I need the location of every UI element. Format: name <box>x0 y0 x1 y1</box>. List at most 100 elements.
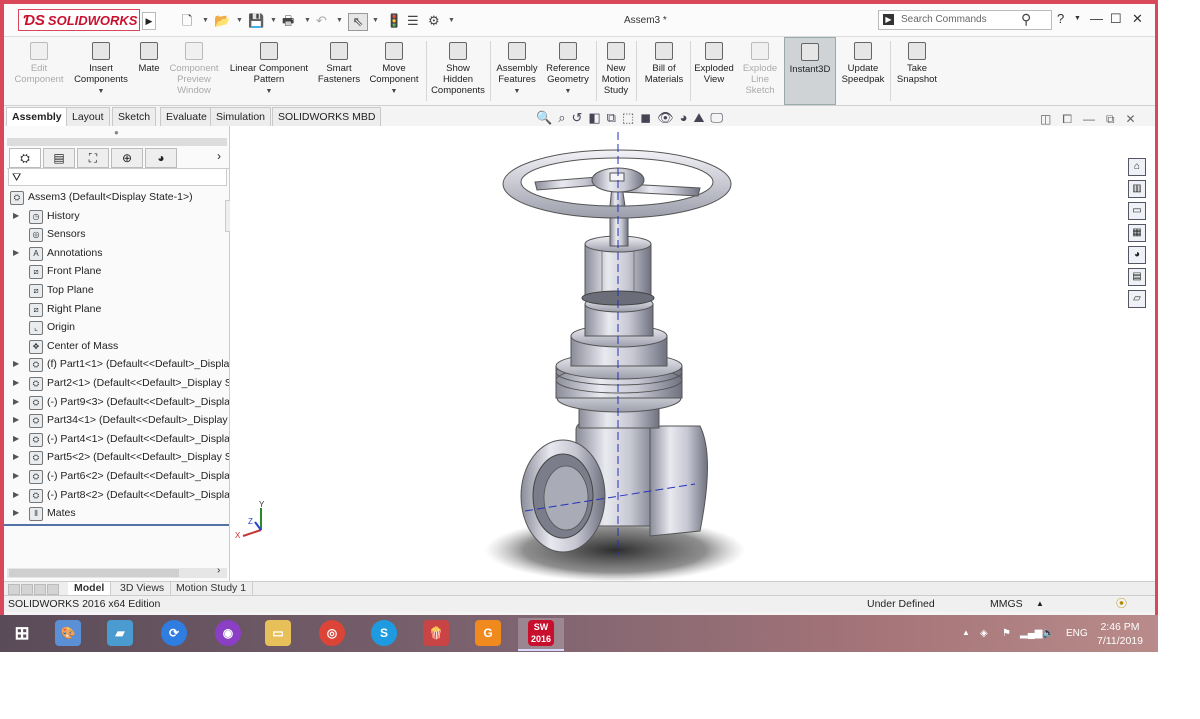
print-dropdown-icon[interactable]: ▼ <box>304 13 311 29</box>
show-hidden-icons-chevron-icon[interactable]: ▲ <box>962 628 970 637</box>
tree-item[interactable]: ⧄ Front Plane <box>4 262 229 280</box>
network-signal-icon[interactable]: ▂▄▆ <box>1020 628 1042 639</box>
tree-root-assembly[interactable]: ⛭ Assem3 (Default<Display State-1>) <box>4 188 229 206</box>
move-component-button[interactable]: Move Component ▼ <box>366 37 422 105</box>
tabs-scroll-right-icon[interactable]: › <box>217 149 221 163</box>
feature-manager-tab-icon[interactable]: ⛭ <box>9 148 41 168</box>
search-commands-box[interactable]: ▶ Search Commands ⚲ <box>878 10 1052 30</box>
dynamic-annotation-icon[interactable]: ⧉ <box>607 110 616 125</box>
instant3d-button[interactable]: Instant3D <box>784 37 836 105</box>
taskbar-popcorn-app[interactable]: 🍿 <box>416 618 456 649</box>
take-snapshot-button[interactable]: Take Snapshot <box>892 37 942 105</box>
panel-horizontal-scrollbar[interactable]: › <box>7 565 227 578</box>
rollback-bar[interactable] <box>4 524 229 526</box>
expand-arrow-icon[interactable]: ▶ <box>13 374 19 392</box>
search-magnifier-icon[interactable]: ⚲ <box>1021 11 1031 28</box>
insert-components-button[interactable]: Insert Components ▼ <box>70 37 132 105</box>
help-dropdown-icon[interactable]: ▼ <box>1074 15 1081 22</box>
custom-properties-icon[interactable]: ▤ <box>1128 268 1146 286</box>
taskbar-file-explorer[interactable]: ▭ <box>258 618 298 649</box>
start-button[interactable]: ⊞ <box>2 618 42 649</box>
undo-dropdown-icon[interactable]: ▼ <box>336 13 343 29</box>
panel-grip-icon[interactable]: ● <box>114 128 119 137</box>
taskbar-notes-app[interactable]: ▰ <box>100 618 140 649</box>
tree-item[interactable]: ▶ ◷ History <box>4 207 229 225</box>
mate-button[interactable]: Mate <box>134 37 164 105</box>
tree-item[interactable]: ◎ Sensors <box>4 225 229 243</box>
save-dropdown-icon[interactable]: ▼ <box>270 13 277 29</box>
next-tab-nav-button[interactable] <box>34 584 46 595</box>
taskbar-solidworks[interactable]: SW 2016 <box>518 618 564 651</box>
assembly-features-button[interactable]: Assembly Features ▼ <box>492 37 542 105</box>
file-explorer-icon[interactable]: ▭ <box>1128 202 1146 220</box>
view-orientation-icon[interactable]: ⬚ <box>622 110 634 125</box>
expand-arrow-icon[interactable]: ▶ <box>13 467 19 485</box>
reference-geometry-button[interactable]: Reference Geometry ▼ <box>542 37 594 105</box>
expand-arrow-icon[interactable]: ▶ <box>13 486 19 504</box>
dimxpert-manager-tab-icon[interactable]: ⊕ <box>111 148 143 168</box>
options-dropdown-icon[interactable]: ▼ <box>448 13 455 29</box>
expand-arrow-icon[interactable]: ▶ <box>13 244 19 262</box>
viewport-restore-left-icon[interactable]: ◫ <box>1040 112 1051 126</box>
hide-show-items-icon[interactable]: 👁 <box>657 110 674 125</box>
view-settings-icon[interactable]: 🖵 <box>710 110 723 125</box>
tree-item[interactable]: ▶ ⛭ (f) Part1<1> (Default<<Default>_Displa… <box>4 355 229 373</box>
viewport-restore-right-icon[interactable]: ⧠ <box>1062 112 1072 126</box>
open-dropdown-icon[interactable]: ▼ <box>236 13 243 29</box>
tree-item[interactable]: ▶ ⛭ (-) Part9<3> (Default<<Default>_Displa… <box>4 393 229 411</box>
unit-system-dropdown-icon[interactable]: ▲ <box>1036 596 1044 612</box>
tree-item[interactable]: ▶ ⛭ Part5<2> (Default<<Default>_Display St <box>4 448 229 466</box>
tab-simulation[interactable]: Simulation <box>210 107 272 127</box>
taskbar-clock[interactable]: 2:46 PM 7/11/2019 <box>1090 620 1150 648</box>
component-preview-window-button[interactable]: Component Preview Window <box>166 37 222 105</box>
expand-arrow-icon[interactable]: ▶ <box>13 448 19 466</box>
forum-icon[interactable]: ▱ <box>1128 290 1146 308</box>
save-icon[interactable]: 💾 <box>248 13 264 29</box>
help-button[interactable]: ? <box>1057 11 1064 26</box>
tree-item[interactable]: ⧄ Top Plane <box>4 281 229 299</box>
display-style-icon[interactable]: ◼ <box>640 110 651 125</box>
configuration-manager-tab-icon[interactable]: ⛶ <box>77 148 109 168</box>
print-icon[interactable]: 🖶 <box>282 13 294 29</box>
move-component-dropdown-icon[interactable]: ▼ <box>391 88 398 95</box>
design-library-icon[interactable]: ▥ <box>1128 180 1146 198</box>
reference-geometry-dropdown-icon[interactable]: ▼ <box>565 88 572 95</box>
viewport-close-icon[interactable]: ✕ <box>1126 112 1136 126</box>
expand-arrow-icon[interactable]: ▶ <box>13 504 19 522</box>
scroll-right-arrow-icon[interactable]: › <box>217 565 220 576</box>
tab-model[interactable]: Model <box>68 582 112 595</box>
tab-motion-study-1[interactable]: Motion Study 1 <box>170 582 254 595</box>
tab-layout[interactable]: Layout <box>66 107 110 127</box>
tree-item[interactable]: ▶ ⛭ (-) Part4<1> (Default<<Default>_Displa… <box>4 430 229 448</box>
edit-appearance-icon[interactable]: ◕ <box>680 110 688 125</box>
undo-icon[interactable]: ↶ <box>316 13 327 29</box>
taskbar-skype[interactable]: S <box>364 618 404 649</box>
taskbar-chrome[interactable]: ◎ <box>312 618 352 649</box>
tree-item[interactable]: ▶ ⛭ Part2<1> (Default<<Default>_Display St <box>4 374 229 392</box>
panel-top-scrollbar[interactable] <box>7 138 227 146</box>
update-speedpak-button[interactable]: Update Speedpak <box>838 37 888 105</box>
close-button[interactable]: ✕ <box>1132 11 1143 27</box>
unit-system-selector[interactable]: MMGS <box>990 596 1023 612</box>
exploded-view-button[interactable]: Exploded View <box>692 37 736 105</box>
insert-components-dropdown-icon[interactable]: ▼ <box>98 88 105 95</box>
new-motion-study-button[interactable]: New Motion Study <box>598 37 634 105</box>
minimize-button[interactable]: — <box>1090 11 1103 26</box>
expand-arrow-icon[interactable]: ▶ <box>13 393 19 411</box>
view-palette-icon[interactable]: ▦ <box>1128 224 1146 242</box>
prev-tab-nav-button[interactable] <box>21 584 33 595</box>
tree-item[interactable]: ✥ Center of Mass <box>4 337 229 355</box>
taskbar-paint-app[interactable]: 🎨 <box>48 618 88 649</box>
tree-item[interactable]: ⧄ Right Plane <box>4 300 229 318</box>
tab-3d-views[interactable]: 3D Views <box>114 582 172 595</box>
rebuild-icon[interactable]: 🚦 <box>386 13 402 29</box>
tree-item[interactable]: ▶ A Annotations <box>4 244 229 262</box>
edit-component-button[interactable]: Edit Component <box>8 37 70 105</box>
linear-component-pattern-button[interactable]: Linear Component Pattern ▼ <box>226 37 312 105</box>
viewport-minimize-icon[interactable]: — <box>1083 112 1095 126</box>
expand-arrow-icon[interactable]: ▶ <box>13 430 19 448</box>
tree-item[interactable]: ▶ ⛭ Part34<1> (Default<<Default>_Display S <box>4 411 229 429</box>
first-tab-nav-button[interactable] <box>8 584 20 595</box>
new-dropdown-icon[interactable]: ▼ <box>202 13 209 29</box>
tree-item[interactable]: ▶ ⛭ (-) Part8<2> (Default<<Default>_Displa… <box>4 486 229 504</box>
